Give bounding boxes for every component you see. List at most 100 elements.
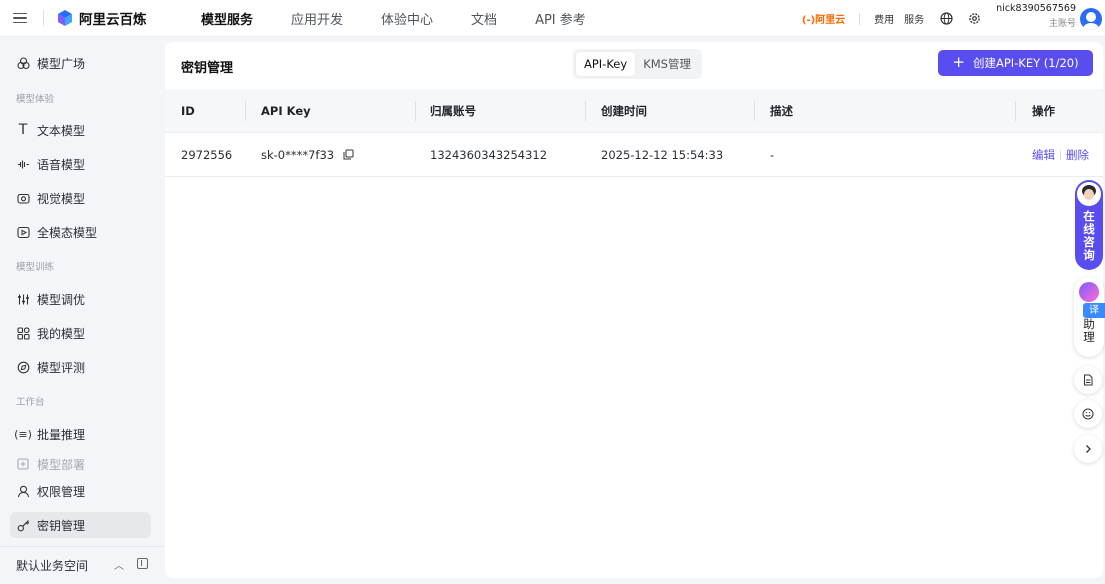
- top-divider: [43, 10, 44, 26]
- nav-docs[interactable]: 文档: [471, 9, 497, 28]
- my-models-icon: [16, 326, 30, 340]
- text-model-icon: T: [18, 122, 28, 138]
- vision-model-icon: [16, 191, 30, 205]
- document-icon[interactable]: [1074, 366, 1102, 394]
- table-header: ID API Key 归属账号 创建时间 描述 操作: [165, 89, 1103, 133]
- chevron-right-icon[interactable]: [1074, 435, 1102, 463]
- assistant-icon: [1079, 282, 1099, 302]
- online-consult-button[interactable]: 在线咨询: [1075, 180, 1103, 270]
- sidebar-item-permission[interactable]: 权限管理: [10, 478, 151, 504]
- sidebar-item-evaluation[interactable]: 模型评测: [10, 354, 151, 380]
- table-row: 2972556 sk-0****7f33 1324360343254312 20…: [165, 133, 1103, 177]
- sidebar-item-voice-model[interactable]: 语音模型: [10, 151, 151, 177]
- action-separator: [1060, 149, 1061, 160]
- billing-link[interactable]: 费用: [874, 11, 894, 26]
- account-info[interactable]: nick8390567569 主账号: [996, 3, 1076, 29]
- sidebar-item-deploy[interactable]: 模型部署: [10, 454, 151, 474]
- translate-tag[interactable]: 译: [1083, 303, 1105, 318]
- sidebar-item-label: 我的模型: [37, 326, 86, 341]
- top-bar: 阿里云百炼 模型服务 应用开发 体验中心 文档 API 参考 (-)阿里云 费用…: [0, 0, 1105, 37]
- column-header-api-key: API Key: [261, 104, 311, 118]
- sidebar-group-workbench: 工作台: [16, 397, 45, 408]
- workspace-selector[interactable]: 默认业务空间: [16, 557, 88, 574]
- delete-link[interactable]: 删除: [1066, 148, 1089, 162]
- nav-api-reference[interactable]: API 参考: [535, 9, 586, 28]
- feedback-smile-icon[interactable]: [1074, 400, 1102, 428]
- model-square-icon: [16, 56, 30, 70]
- top-right-divider: [859, 12, 861, 25]
- account-name: nick8390567569: [996, 2, 1076, 14]
- sidebar-item-my-models[interactable]: 我的模型: [10, 320, 151, 346]
- sidebar-item-label: 模型部署: [37, 457, 86, 472]
- sidebar-item-model-square[interactable]: 模型广场: [10, 50, 151, 76]
- chevron-up-icon[interactable]: ︿: [114, 557, 124, 572]
- account-type: 主账号: [1048, 18, 1076, 29]
- sidebar-item-key-management[interactable]: 密钥管理: [10, 512, 151, 538]
- main-panel: 密钥管理 API-Key KMS管理 + 创建API-KEY (1/20) ID…: [165, 42, 1103, 578]
- sidebar-item-label: 模型评测: [37, 360, 86, 375]
- sidebar-item-label: 模型广场: [37, 56, 86, 71]
- sidebar: 模型广场 模型体验 T 文本模型 语音模型 视觉模型 全模态模型 模型训练 模型…: [0, 37, 163, 584]
- menu-icon[interactable]: [13, 12, 27, 24]
- sidebar-item-text-model[interactable]: T 文本模型: [10, 117, 151, 143]
- service-link[interactable]: 服务: [904, 11, 924, 26]
- plus-icon: +: [952, 53, 965, 71]
- consultant-avatar: [1077, 182, 1101, 206]
- settings-gear-icon[interactable]: [966, 11, 982, 27]
- column-separator: [245, 101, 246, 121]
- edit-link[interactable]: 编辑: [1032, 148, 1055, 162]
- brand-logo[interactable]: 阿里云百炼: [56, 8, 176, 28]
- sidebar-item-label: 密钥管理: [37, 518, 86, 533]
- tab-kms[interactable]: KMS管理: [635, 52, 699, 76]
- globe-icon[interactable]: [938, 11, 954, 27]
- permission-icon: [16, 484, 30, 498]
- column-separator: [415, 101, 416, 121]
- sidebar-item-label: 批量推理: [37, 427, 86, 442]
- column-separator: [754, 101, 755, 121]
- column-header-id: ID: [181, 104, 195, 118]
- brand-name: 阿里云百炼: [79, 12, 147, 28]
- sidebar-group-experience: 模型体验: [16, 94, 55, 105]
- column-header-description: 描述: [770, 104, 793, 118]
- cell-api-key: sk-0****7f33: [261, 133, 354, 177]
- evaluation-icon: [16, 360, 30, 374]
- key-icon: [16, 518, 30, 532]
- cell-created: 2025-12-12 15:54:33: [601, 148, 724, 162]
- column-header-created: 创建时间: [601, 104, 647, 118]
- cell-description: -: [770, 148, 775, 162]
- aliyun-logo[interactable]: (-)阿里云: [802, 11, 845, 26]
- consult-label: 在线咨询: [1083, 209, 1095, 262]
- nav-experience-center[interactable]: 体验中心: [381, 9, 433, 28]
- collapse-sidebar-icon[interactable]: [137, 558, 148, 569]
- bailian-logo-icon: [58, 10, 72, 26]
- sidebar-item-label: 权限管理: [37, 484, 86, 499]
- user-avatar[interactable]: [1080, 7, 1102, 30]
- omni-model-icon: [16, 225, 30, 239]
- sidebar-item-tuning[interactable]: 模型调优: [10, 286, 151, 312]
- cell-account: 1324360343254312: [430, 148, 548, 162]
- sidebar-item-batch-inference[interactable]: (≡) 批量推理: [10, 421, 151, 447]
- create-api-key-button[interactable]: + 创建API-KEY (1/20): [938, 50, 1093, 76]
- sidebar-item-label: 模型调优: [37, 292, 86, 307]
- create-button-label: 创建API-KEY (1/20): [972, 56, 1079, 70]
- top-nav: 模型服务 应用开发 体验中心 文档 API 参考: [201, 9, 624, 28]
- column-separator: [1015, 101, 1016, 121]
- column-header-account: 归属账号: [430, 104, 476, 118]
- column-header-actions: 操作: [1032, 104, 1055, 118]
- sidebar-item-label: 语音模型: [37, 157, 86, 172]
- sidebar-item-label: 视觉模型: [37, 191, 86, 206]
- tab-api-key[interactable]: API-Key: [576, 52, 636, 76]
- sidebar-group-training: 模型训练: [16, 262, 55, 273]
- copy-icon[interactable]: [343, 149, 354, 160]
- voice-model-icon: [16, 157, 30, 171]
- nav-app-dev[interactable]: 应用开发: [291, 9, 343, 28]
- api-key-value: sk-0****7f33: [261, 148, 335, 162]
- page-title: 密钥管理: [181, 61, 234, 76]
- column-separator: [585, 101, 586, 121]
- sidebar-item-vision-model[interactable]: 视觉模型: [10, 185, 151, 211]
- sidebar-item-label: 文本模型: [37, 123, 86, 138]
- sidebar-item-omni-model[interactable]: 全模态模型: [10, 219, 151, 245]
- tab-switcher: API-Key KMS管理: [573, 49, 702, 79]
- nav-model-service[interactable]: 模型服务: [201, 9, 253, 28]
- sidebar-item-label: 全模态模型: [37, 225, 98, 240]
